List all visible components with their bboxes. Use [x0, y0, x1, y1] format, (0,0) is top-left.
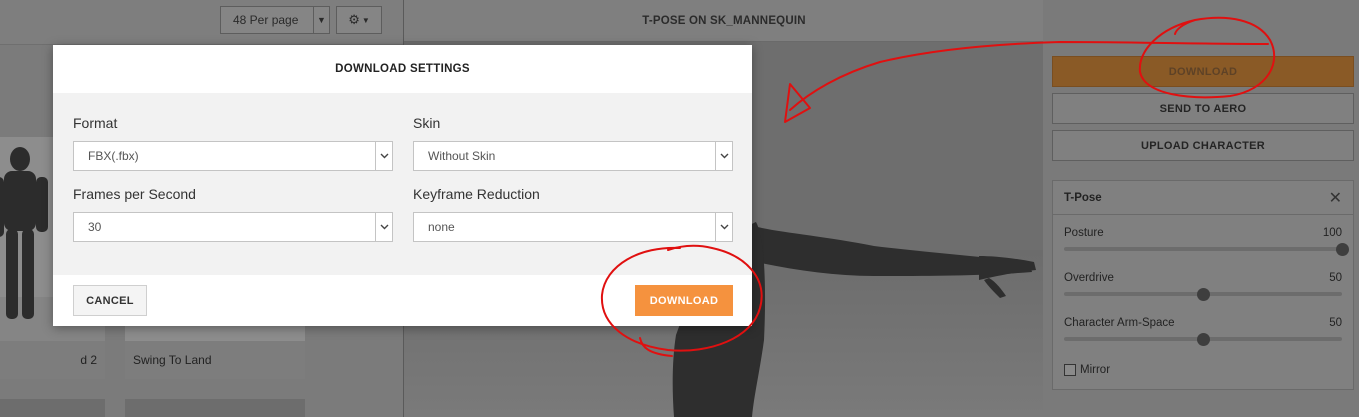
slider-label: Posture — [1064, 227, 1104, 239]
mirror-label: Mirror — [1080, 364, 1111, 376]
character-arm-space-slider[interactable]: Character Arm-Space 50 — [1064, 317, 1342, 351]
format-label: Format — [73, 115, 118, 131]
format-field: Format FBX(.fbx) — [73, 115, 393, 171]
dialog-title: DOWNLOAD SETTINGS — [335, 63, 470, 75]
animation-settings-panel: T-Pose ✕ Posture 100 Overdrive 50 Charac… — [1052, 180, 1354, 390]
slider-track[interactable] — [1064, 247, 1342, 251]
cancel-button[interactable]: CANCEL — [73, 285, 147, 316]
close-icon[interactable]: ✕ — [1329, 188, 1342, 208]
animation-card-title: d 2 — [0, 341, 105, 379]
slider-label: Character Arm-Space — [1064, 317, 1175, 329]
mirror-checkbox[interactable] — [1064, 364, 1076, 376]
chevron-down-icon — [715, 213, 732, 241]
per-page-select[interactable]: 48 Per page ▼ — [220, 6, 330, 34]
chevron-down-icon — [375, 213, 392, 241]
download-settings-dialog: DOWNLOAD SETTINGS Format FBX(.fbx) Skin … — [53, 45, 752, 326]
fps-label: Frames per Second — [73, 186, 196, 202]
slider-knob[interactable] — [1197, 288, 1210, 301]
per-page-value: 48 Per page — [233, 13, 299, 27]
skin-label: Skin — [413, 115, 441, 131]
animation-card[interactable] — [0, 399, 105, 417]
keyframe-reduction-value: none — [428, 220, 455, 234]
upload-character-button[interactable]: UPLOAD CHARACTER — [1052, 130, 1354, 161]
slider-knob[interactable] — [1336, 243, 1349, 256]
send-to-aero-button[interactable]: SEND TO AERO — [1052, 93, 1354, 124]
skin-value: Without Skin — [428, 149, 496, 163]
chevron-down-icon: ▼ — [313, 7, 329, 33]
chevron-down-icon — [715, 142, 732, 170]
chevron-down-icon — [375, 142, 392, 170]
animation-name: T-Pose — [1064, 191, 1102, 204]
posture-slider[interactable]: Posture 100 — [1064, 227, 1349, 261]
overdrive-slider[interactable]: Overdrive 50 — [1064, 272, 1342, 306]
fps-field: Frames per Second 30 — [73, 186, 393, 242]
skin-select[interactable]: Without Skin — [413, 141, 733, 171]
animation-panel-header: T-Pose ✕ — [1053, 181, 1353, 215]
keyframe-reduction-select[interactable]: none — [413, 212, 733, 242]
gear-icon: ⚙ — [348, 12, 360, 27]
format-value: FBX(.fbx) — [88, 149, 139, 163]
library-toolbar: 48 Per page ▼ ⚙ ▼ — [0, 0, 403, 45]
fps-value: 30 — [88, 220, 102, 234]
download-button[interactable]: DOWNLOAD — [635, 285, 733, 316]
slider-knob[interactable] — [1197, 333, 1210, 346]
settings-button[interactable]: ⚙ ▼ — [336, 6, 382, 34]
dialog-footer: CANCEL DOWNLOAD — [53, 275, 752, 326]
slider-value: 50 — [1329, 272, 1342, 284]
mirror-toggle[interactable]: Mirror — [1064, 364, 1110, 376]
caret-down-icon: ▼ — [361, 15, 370, 25]
slider-value: 50 — [1329, 317, 1342, 329]
panel-download-button[interactable]: DOWNLOAD — [1052, 56, 1354, 87]
slider-label: Overdrive — [1064, 272, 1114, 284]
keyframe-reduction-label: Keyframe Reduction — [413, 186, 540, 202]
animation-card[interactable] — [125, 399, 305, 417]
dialog-body: Format FBX(.fbx) Skin Without Skin Frame… — [53, 93, 752, 275]
skin-field: Skin Without Skin — [413, 115, 733, 171]
format-select[interactable]: FBX(.fbx) — [73, 141, 393, 171]
keyframe-reduction-field: Keyframe Reduction none — [413, 186, 733, 242]
animation-card-title: Swing To Land — [125, 341, 305, 379]
right-panel: DOWNLOAD SEND TO AERO UPLOAD CHARACTER T… — [1043, 0, 1359, 417]
fps-select[interactable]: 30 — [73, 212, 393, 242]
slider-value: 100 — [1322, 227, 1342, 239]
